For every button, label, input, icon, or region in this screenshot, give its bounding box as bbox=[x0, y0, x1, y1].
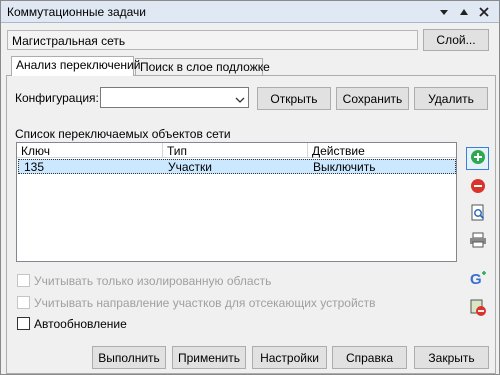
cell-key: 135 bbox=[24, 160, 45, 174]
remove-object-button[interactable] bbox=[466, 176, 489, 199]
google-plus-icon: G bbox=[469, 269, 487, 290]
execute-button[interactable]: Выполнить bbox=[92, 346, 166, 369]
column-header-label: Тип bbox=[167, 144, 188, 158]
tab-switch-analysis[interactable]: Анализ переключений bbox=[11, 56, 140, 76]
add-icon bbox=[470, 149, 486, 168]
title-bar: Коммутационные задачи bbox=[1, 1, 499, 23]
network-name-field: Магистральная сеть bbox=[7, 30, 418, 50]
close-button[interactable]: Закрыть bbox=[414, 346, 489, 369]
zoom-to-object-button[interactable] bbox=[466, 203, 489, 226]
collapse-icon[interactable] bbox=[458, 6, 470, 18]
apply-button[interactable]: Применить bbox=[172, 346, 246, 369]
column-header-label: Ключ bbox=[21, 144, 50, 158]
save-button[interactable]: Сохранить bbox=[336, 87, 409, 110]
tab-substrate-search[interactable]: Поиск в слое подложке bbox=[135, 58, 270, 75]
layer-button[interactable]: Слой... bbox=[423, 29, 489, 51]
column-header-type[interactable]: Тип bbox=[163, 143, 308, 158]
settings-button[interactable]: Настройки bbox=[252, 346, 327, 369]
remove-icon bbox=[470, 178, 486, 197]
isolated-area-label: Учитывать только изолированную область bbox=[34, 274, 272, 288]
window: Коммутационные задачи Магистральная сеть… bbox=[0, 0, 500, 375]
printer-icon bbox=[469, 232, 487, 251]
close-icon[interactable] bbox=[478, 6, 490, 18]
isolated-area-checkbox[interactable] bbox=[17, 274, 30, 287]
autoupdate-checkbox[interactable] bbox=[17, 317, 30, 330]
svg-text:G: G bbox=[470, 271, 482, 287]
tab-label: Анализ переключений bbox=[16, 58, 141, 72]
open-button[interactable]: Открыть bbox=[257, 87, 331, 110]
objects-table[interactable]: Ключ Тип Действие 135 Участки Выключить bbox=[16, 142, 457, 262]
delete-button[interactable]: Удалить bbox=[414, 87, 488, 110]
direction-label: Учитывать направление участков для отсек… bbox=[34, 296, 376, 310]
google-search-button[interactable]: G bbox=[466, 268, 489, 291]
direction-checkbox[interactable] bbox=[17, 296, 30, 309]
cell-type: Участки bbox=[168, 160, 212, 174]
window-title: Коммутационные задачи bbox=[7, 5, 147, 19]
magnifier-document-icon bbox=[470, 204, 486, 225]
dropdown-icon[interactable] bbox=[438, 6, 450, 18]
tab-label: Поиск в слое подложке bbox=[140, 60, 270, 74]
cell-action: Выключить bbox=[313, 160, 376, 174]
config-combobox[interactable] bbox=[100, 87, 249, 108]
column-header-key[interactable]: Ключ bbox=[17, 143, 163, 158]
autoupdate-label: Автообновление bbox=[34, 317, 127, 331]
network-name: Магистральная сеть bbox=[12, 34, 126, 48]
table-row[interactable]: 135 Участки Выключить bbox=[18, 159, 456, 174]
add-object-button[interactable] bbox=[466, 147, 489, 170]
column-header-action[interactable]: Действие bbox=[308, 143, 456, 158]
remove-layer-button[interactable] bbox=[466, 298, 489, 321]
layer-remove-icon bbox=[469, 299, 487, 320]
help-button[interactable]: Справка bbox=[332, 346, 407, 369]
print-button[interactable] bbox=[466, 230, 489, 253]
config-label: Конфигурация: bbox=[15, 91, 99, 105]
chevron-down-icon[interactable] bbox=[235, 93, 245, 107]
list-title: Список переключаемых объектов сети bbox=[15, 127, 231, 141]
column-header-label: Действие bbox=[312, 144, 365, 158]
